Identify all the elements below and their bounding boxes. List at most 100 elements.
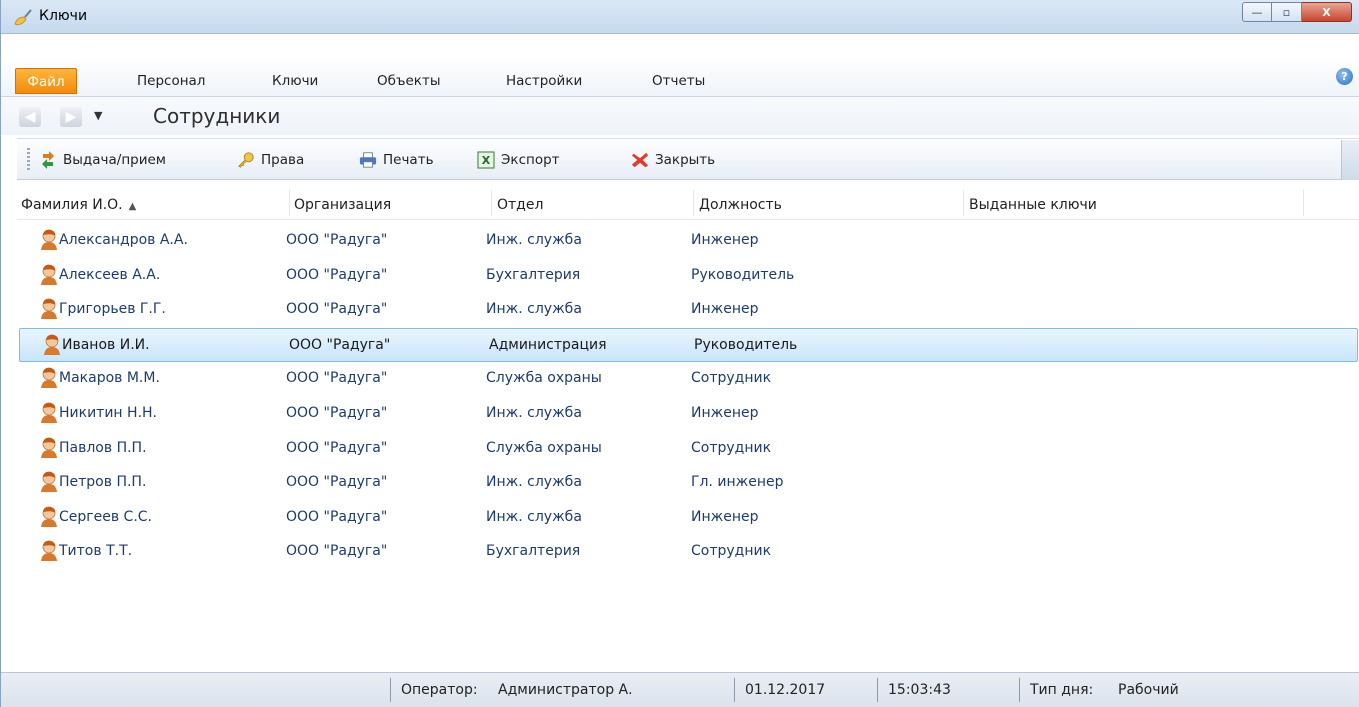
help-icon[interactable]: ? [1336,68,1353,85]
app-window: Ключи — ▫ X Файл Персонал Ключи Объекты … [0,0,1359,707]
employee-organization: ООО "Радуга" [286,440,388,456]
tab-file[interactable]: Файл [15,68,77,94]
issue-return-icon [39,151,57,169]
close-label: Закрыть [655,152,716,168]
history-dropdown-icon[interactable]: ▼ [94,109,102,122]
employee-name: Титов Т.Т. [59,543,133,559]
status-daytype-value: Рабочий [1118,682,1179,698]
employee-name: Иванов И.И. [62,337,150,353]
column-header-issued-keys[interactable]: Выданные ключи [969,197,1097,213]
title-bar: Ключи — ▫ X [1,0,1359,34]
person-icon [41,506,57,527]
column-header-department[interactable]: Отдел [497,197,543,213]
employee-organization: ООО "Радуга" [286,474,388,490]
table-row[interactable]: Григорьев Г.Г. ООО "Радуга" Инж. служба Инж… [17,293,1359,327]
print-label: Печать [383,152,434,168]
toolbar-overflow-button[interactable] [1341,140,1359,180]
person-icon [41,471,57,492]
employee-organization: ООО "Радуга" [286,509,388,525]
keys-rights-icon [237,151,255,169]
tab-personnel[interactable]: Персонал [129,68,213,94]
close-window-button[interactable]: X [1302,2,1352,22]
employee-organization: ООО "Радуга" [286,543,388,559]
employee-position: Сотрудник [691,543,772,559]
table-row[interactable]: Павлов П.П. ООО "Радуга" Служба охраны Сотр… [17,432,1359,466]
person-icon [41,229,57,250]
close-button[interactable]: Закрыть [631,150,715,170]
status-date: 01.12.2017 [745,682,826,698]
employee-name: Сергеев С.С. [59,509,153,525]
print-button[interactable]: Печать [359,150,434,170]
employee-name: Петров П.П. [59,474,147,490]
rights-label: Права [261,152,305,168]
status-operator-label: Оператор: [401,682,478,698]
table-row[interactable]: Алексеев А.А. ООО "Радуга" Бухгалтерия Руко… [17,259,1359,293]
table-row[interactable]: Титов Т.Т. ООО "Радуга" Бухгалтерия Сотрудн… [17,535,1359,569]
status-separator [877,678,878,702]
employee-organization: ООО "Радуга" [286,405,388,421]
employee-department: Инж. служба [486,474,582,490]
status-operator-value: Администратор А. [498,682,633,698]
export-label: Экспорт [501,152,560,168]
person-icon [44,334,60,355]
keys-app-icon [14,9,32,26]
tab-objects[interactable]: Объекты [369,68,448,94]
employee-organization: ООО "Радуга" [286,267,388,283]
status-daytype-label: Тип дня: [1030,682,1094,698]
employee-position: Сотрудник [691,440,772,456]
window-title: Ключи [39,8,88,24]
employee-department: Инж. служба [486,232,582,248]
person-icon [41,298,57,319]
close-icon: X [1322,5,1331,19]
employee-name: Макаров М.М. [59,370,160,386]
column-header-organization[interactable]: Организация [294,197,391,213]
column-separator[interactable] [491,190,492,216]
grid-header [17,190,1359,220]
column-separator[interactable] [289,190,290,216]
employee-department: Инж. служба [486,509,582,525]
table-row[interactable]: Сергеев С.С. ООО "Радуга" Инж. служба Инжен… [17,501,1359,535]
person-icon [41,264,57,285]
column-separator[interactable] [693,190,694,216]
maximize-button[interactable]: ▫ [1272,2,1302,22]
employee-organization: ООО "Радуга" [289,337,391,353]
table-row[interactable]: Александров А.А. ООО "Радуга" Инж. служба И… [17,224,1359,258]
window-controls: — ▫ X [1242,2,1352,24]
status-separator [734,678,735,702]
column-separator[interactable] [1303,190,1304,216]
employee-department: Бухгалтерия [486,267,581,283]
employee-department: Служба охраны [486,440,602,456]
export-button[interactable]: X Экспорт [477,150,560,170]
back-arrow-icon[interactable]: ◀ [19,107,41,127]
table-row[interactable]: Макаров М.М. ООО "Радуга" Служба охраны Сот… [17,362,1359,396]
person-icon [41,437,57,458]
employee-position: Сотрудник [691,370,772,386]
tab-keys[interactable]: Ключи [264,68,326,94]
issue-return-button[interactable]: Выдача/прием [39,150,166,170]
employee-name: Александров А.А. [59,232,188,248]
column-separator[interactable] [963,190,964,216]
column-header-name[interactable]: Фамилия И.О. ▲ [21,197,136,213]
column-header-position[interactable]: Должность [699,197,782,213]
toolbar-grip[interactable] [27,148,30,170]
tab-settings[interactable]: Настройки [498,68,590,94]
person-icon [41,367,57,388]
minimize-button[interactable]: — [1242,2,1272,22]
printer-icon [359,151,377,169]
employee-position: Гл. инженер [691,474,784,490]
forward-arrow-icon[interactable]: ▶ [60,107,82,127]
table-row[interactable]: Иванов И.И. ООО "Радуга" Администрация Руко… [19,328,1358,362]
employee-position: Инженер [691,509,759,525]
svg-text:X: X [482,154,491,167]
employee-position: Инженер [691,405,759,421]
employee-position: Руководитель [691,267,795,283]
table-row[interactable]: Никитин Н.Н. ООО "Радуга" Инж. служба Инжен… [17,397,1359,431]
rights-button[interactable]: Права [237,150,304,170]
tab-reports[interactable]: Отчеты [644,68,713,94]
page-title: Сотрудники [153,104,281,128]
person-icon [41,540,57,561]
table-row[interactable]: Петров П.П. ООО "Радуга" Инж. служба Гл. ин… [17,466,1359,500]
employee-position: Инженер [691,232,759,248]
status-separator [390,678,391,702]
employee-department: Служба охраны [486,370,602,386]
